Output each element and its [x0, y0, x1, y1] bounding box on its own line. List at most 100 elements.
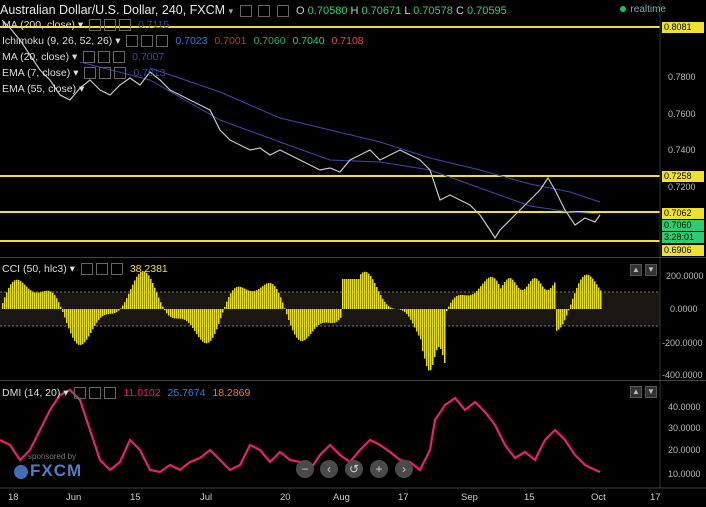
cci-bar — [364, 271, 366, 309]
cci-bar — [242, 287, 244, 309]
visibility-icon[interactable] — [258, 4, 271, 17]
cci-bar — [584, 275, 586, 309]
symbol-dropdown-icon[interactable]: ▾ — [229, 6, 234, 16]
cci-bar — [526, 286, 528, 309]
cci-bar — [46, 290, 48, 309]
cci-bar — [466, 295, 468, 309]
close-icon[interactable] — [156, 35, 169, 48]
reset-icon[interactable]: ↺ — [345, 460, 363, 478]
zoom-out-icon[interactable]: − — [296, 460, 314, 478]
settings-icon[interactable] — [83, 51, 96, 64]
settings-icon[interactable] — [80, 263, 93, 276]
cci-bar — [80, 309, 82, 346]
close-icon[interactable] — [276, 4, 289, 17]
visibility-icon[interactable] — [89, 387, 102, 400]
price-tag-level: 0.7258 — [662, 171, 704, 182]
visibility-icon[interactable] — [98, 51, 111, 64]
cci-bar — [344, 279, 346, 309]
pane-down-icon[interactable]: ▼ — [645, 264, 657, 276]
date-label: 18 — [8, 492, 19, 503]
price-axis-label: 0.7800 — [668, 72, 696, 82]
cci-bar — [552, 285, 554, 309]
settings-icon[interactable] — [84, 67, 97, 80]
cci-bar — [128, 293, 130, 309]
indicator-row-ema7[interactable]: EMA (7, close) ▾ 0.7013 — [2, 66, 165, 81]
cci-bar — [482, 283, 484, 309]
cci-bar — [420, 309, 422, 340]
cci-bar — [4, 297, 6, 309]
cci-bar — [196, 309, 198, 335]
cci-bar — [112, 309, 114, 314]
indicator-row-ma200[interactable]: MA (200, close) ▾ 0.7115 — [2, 18, 169, 33]
pane-down-icon[interactable]: ▼ — [645, 386, 657, 398]
scroll-left-icon[interactable]: ‹ — [320, 460, 338, 478]
cci-bar — [52, 292, 54, 309]
cci-bar — [544, 288, 546, 309]
close-icon[interactable] — [110, 263, 123, 276]
cci-axis-label: -200.0000 — [662, 338, 703, 348]
pane-up-icon[interactable]: ▲ — [630, 386, 642, 398]
pane-divider[interactable] — [0, 380, 706, 381]
pane-divider[interactable] — [0, 257, 706, 258]
close-icon[interactable] — [119, 19, 132, 32]
cci-bar — [426, 309, 428, 367]
cci-bar — [590, 276, 592, 309]
indicator-row-ema55[interactable]: EMA (55, close) ▾ — [2, 82, 84, 97]
cci-bar — [268, 283, 270, 309]
cci-bar — [40, 292, 42, 309]
visibility-icon[interactable] — [99, 67, 112, 80]
settings-icon[interactable] — [74, 387, 87, 400]
dmi-axis-label: 40.0000 — [668, 402, 701, 412]
pane-up-icon[interactable]: ▲ — [630, 264, 642, 276]
cci-bar — [528, 283, 530, 309]
sponsor-logo[interactable]: sponsored by FXCM — [14, 452, 82, 481]
cci-bar — [106, 309, 108, 315]
cci-bar — [490, 276, 492, 309]
indicator-row-ma20[interactable]: MA (20, close) ▾ 0.7007 — [2, 50, 164, 65]
zoom-in-icon[interactable]: + — [370, 460, 388, 478]
close-icon[interactable] — [104, 387, 117, 400]
cci-bar — [410, 309, 412, 320]
cci-bar — [416, 309, 418, 332]
settings-icon[interactable] — [126, 35, 139, 48]
close-icon[interactable] — [114, 67, 127, 80]
settings-icon[interactable] — [239, 4, 252, 17]
cci-bar — [558, 309, 560, 330]
visibility-icon[interactable] — [141, 35, 154, 48]
cci-bar — [266, 283, 268, 309]
cci-bar — [492, 277, 494, 309]
cci-bar — [70, 309, 72, 334]
cci-bar — [534, 278, 536, 309]
cci-bar — [118, 309, 120, 311]
cci-bar — [276, 288, 278, 309]
cci-bar — [302, 309, 304, 342]
cci-bar — [316, 309, 318, 327]
dmi-legend[interactable]: DMI (14, 20) ▾ 11.0102 25.7674 18.2869 — [2, 386, 250, 401]
price-tag-countdown: 3:28:01 — [662, 232, 704, 243]
cci-bar — [122, 305, 124, 309]
symbol-title[interactable]: Australian Dollar/U.S. Dollar, 240, FXCM — [0, 3, 225, 17]
date-label: Jun — [66, 492, 82, 503]
cci-bar — [152, 283, 154, 309]
cci-bar — [130, 289, 132, 309]
cci-bar — [132, 284, 134, 309]
visibility-icon[interactable] — [95, 263, 108, 276]
price-axis-label: 0.7200 — [668, 182, 696, 192]
cci-bar — [158, 297, 160, 309]
cci-bar — [56, 298, 58, 309]
cci-legend[interactable]: CCI (50, hlc3) ▾ 38.2381 — [2, 262, 168, 277]
cci-bar — [102, 309, 104, 317]
cci-bar — [30, 290, 32, 309]
scroll-right-icon[interactable]: › — [395, 460, 413, 478]
cci-bar — [290, 309, 292, 326]
indicator-row-ichimoku[interactable]: Ichimoku (9, 26, 52, 26) ▾ 0.7023 0.7001… — [2, 34, 364, 49]
settings-icon[interactable] — [89, 19, 102, 32]
cci-bar — [108, 309, 110, 315]
cci-bar — [124, 302, 126, 309]
visibility-icon[interactable] — [104, 19, 117, 32]
close-icon[interactable] — [113, 51, 126, 64]
cci-bar — [318, 309, 320, 325]
cci-bar — [574, 293, 576, 309]
cci-bar — [166, 309, 168, 314]
dmi-axis: 40.0000 30.0000 20.0000 10.0000 — [668, 402, 701, 479]
